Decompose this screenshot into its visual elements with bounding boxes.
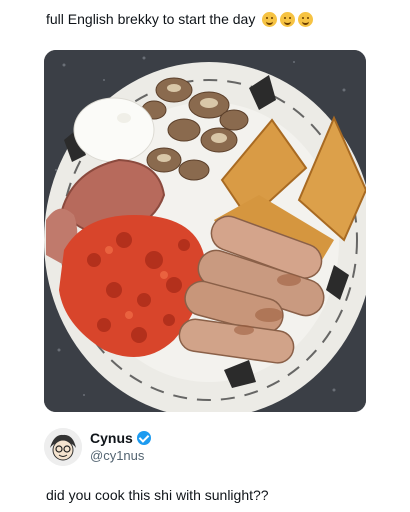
verified-badge-icon [136, 431, 151, 445]
smiling-face-icon [262, 12, 278, 27]
post-photo[interactable] [44, 50, 366, 412]
avatar[interactable] [44, 428, 82, 466]
breakfast-plate-image [44, 50, 366, 412]
smiling-face-icon [280, 12, 296, 27]
handle[interactable]: @cy1nus [90, 448, 144, 463]
reply-author[interactable]: Cynus [90, 430, 151, 446]
avatar-icon [44, 428, 82, 466]
display-name[interactable]: Cynus [90, 430, 133, 446]
reply-text: did you cook this shi with sunlight?? [46, 487, 269, 503]
post-caption-text: full English brekky to start the day [46, 11, 256, 27]
smiling-face-icon [298, 12, 314, 27]
post-caption: full English brekky to start the day [46, 10, 314, 28]
